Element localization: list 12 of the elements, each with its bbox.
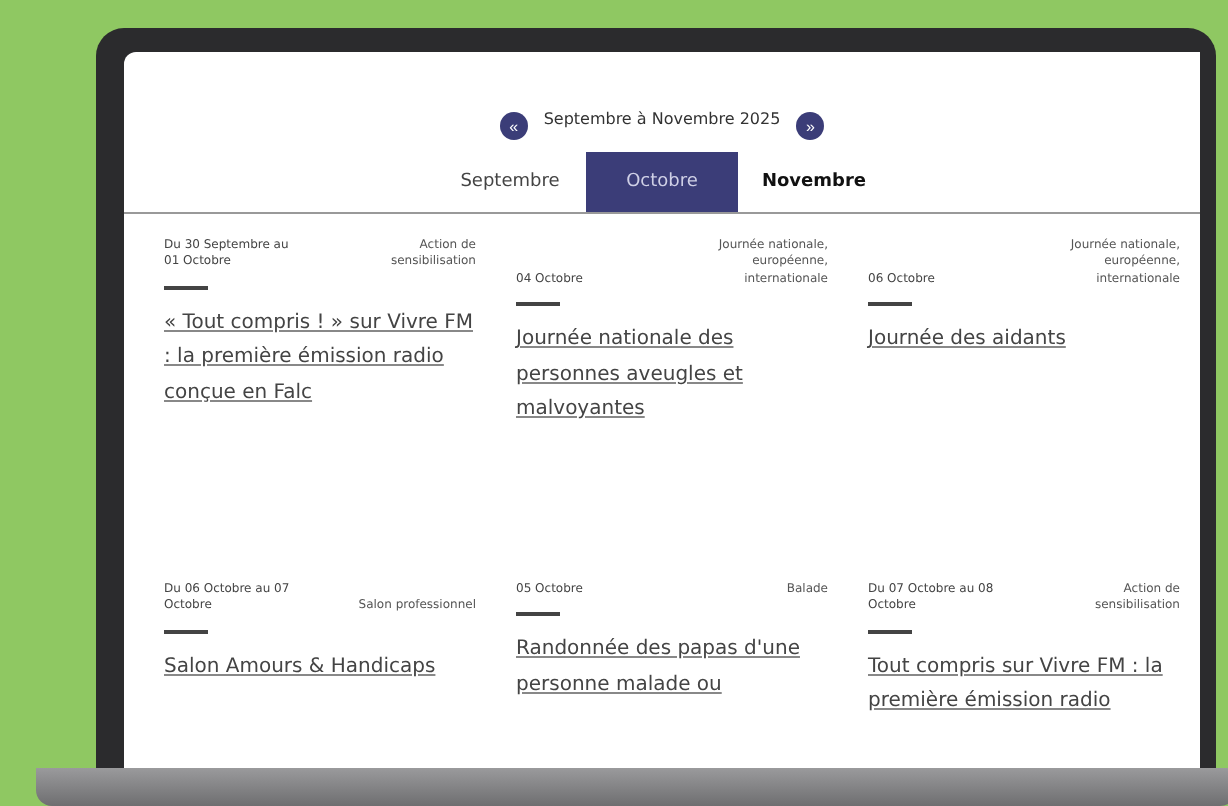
event-title-link[interactable]: Salon Amours & Handicaps [164,649,476,685]
event-title-link[interactable]: Randonnée des papas d'une personne malade ou [516,632,828,703]
next-button[interactable]: » [796,112,825,140]
month-tab[interactable]: Octobre [586,152,738,212]
previous-button[interactable]: « [499,112,528,140]
event-title-link[interactable]: Journée des aidants [868,322,1180,358]
month-tab[interactable]: Septembre [434,152,586,212]
period-title: Septembre à Novembre 2025 [543,109,781,127]
event-title-link[interactable]: « Tout compris ! » sur Vivre FM : la première émission radio conçue en Falc [164,305,476,411]
event-title-link[interactable]: Tout compris sur Vivre FM : la première émission radio [868,649,1180,720]
event-title-link[interactable]: Journée nationale des personnes aveugles et malvoyantes [516,322,828,428]
month-tab[interactable]: Novembre [738,152,890,212]
